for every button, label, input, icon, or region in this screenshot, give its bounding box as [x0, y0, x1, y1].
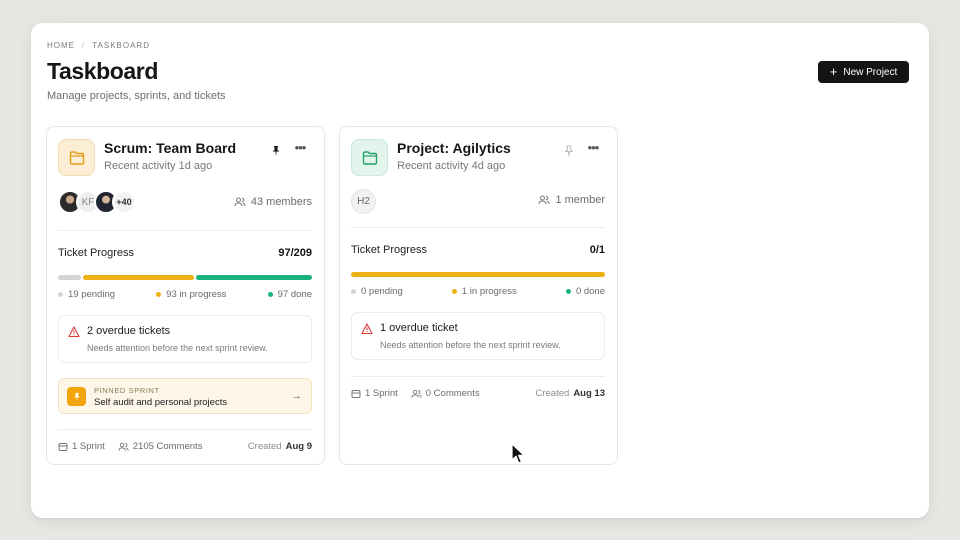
legend-done: 0 done — [575, 286, 605, 297]
pin-icon[interactable] — [269, 144, 283, 158]
progress-count: 97/209 — [278, 247, 312, 259]
card-title[interactable]: Project: Agilytics — [397, 140, 511, 156]
new-project-label: New Project — [843, 66, 898, 78]
progress-segment-in-progress — [82, 275, 194, 280]
warning-icon — [68, 326, 80, 338]
card-footer: 1 Sprint 0 Comments Created Aug 13 — [351, 388, 605, 399]
new-project-button[interactable]: + New Project — [818, 61, 909, 83]
folder-icon — [58, 139, 95, 176]
members-label: 43 members — [250, 196, 312, 208]
in-progress-dot — [156, 292, 162, 297]
more-options-icon[interactable]: ••• — [585, 141, 601, 157]
legend-pending: 0 pending — [361, 286, 403, 297]
created-label: Created — [247, 441, 282, 452]
divider — [58, 230, 312, 231]
members-label: 1 member — [555, 194, 605, 206]
app-window: HOME / TASKBOARD Taskboard Manage projec… — [31, 23, 929, 518]
divider — [351, 227, 605, 228]
card-activity: Recent activity 4d ago — [397, 160, 506, 172]
pending-dot — [351, 289, 356, 294]
pin-icon — [67, 387, 86, 406]
progress-bar — [58, 275, 313, 280]
progress-legend: 19 pending 93 in progress 97 done — [58, 289, 312, 300]
member-avatars[interactable]: KF +40 — [58, 190, 136, 214]
progress-segment-done — [195, 275, 313, 280]
overdue-description: Needs attention before the next sprint r… — [380, 340, 561, 350]
overdue-alert[interactable]: 1 overdue ticket Needs attention before … — [351, 312, 605, 360]
users-icon — [118, 442, 129, 451]
progress-legend: 0 pending 1 in progress 0 done — [351, 286, 605, 297]
progress-segment-pending — [58, 275, 81, 280]
overdue-description: Needs attention before the next sprint r… — [87, 343, 268, 353]
members-count[interactable]: 43 members — [234, 196, 312, 208]
more-options-icon[interactable]: ••• — [292, 141, 308, 157]
comment-count: 0 Comments — [425, 388, 480, 399]
comment-count: 2105 Comments — [132, 441, 203, 452]
overdue-alert[interactable]: 2 overdue tickets Needs attention before… — [58, 315, 312, 363]
card-footer: 1 Sprint 2105 Comments Created Aug 9 — [58, 441, 312, 452]
pending-dot — [58, 292, 63, 297]
plus-icon: + — [829, 64, 838, 79]
progress-count: 0/1 — [589, 244, 605, 256]
divider — [351, 376, 605, 377]
legend-in-progress: 93 in progress — [166, 289, 227, 300]
project-card-scrum[interactable]: Scrum: Team Board Recent activity 1d ago… — [46, 126, 325, 465]
progress-segment-in-progress — [351, 272, 605, 277]
done-dot — [267, 292, 273, 297]
created-date: Aug 13 — [573, 388, 605, 399]
users-icon — [234, 197, 246, 207]
sprint-icon — [351, 389, 361, 398]
page-subtitle: Manage projects, sprints, and tickets — [47, 90, 226, 102]
page-title: Taskboard — [47, 58, 159, 84]
members-count[interactable]: 1 member — [538, 194, 605, 206]
pinned-sprint-kicker: PINNED SPRINT — [94, 386, 160, 395]
project-card-agilytics[interactable]: Project: Agilytics Recent activity 4d ag… — [339, 126, 618, 465]
breadcrumb-home[interactable]: HOME — [47, 41, 75, 50]
pinned-sprint[interactable]: PINNED SPRINT Self audit and personal pr… — [58, 378, 312, 414]
created-date: Aug 9 — [285, 441, 312, 452]
folder-icon — [351, 139, 388, 176]
breadcrumb-separator: / — [82, 41, 86, 50]
pinned-sprint-name: Self audit and personal projects — [94, 397, 228, 408]
progress-label: Ticket Progress — [351, 244, 428, 256]
warning-icon — [361, 323, 373, 335]
users-icon — [411, 389, 422, 398]
breadcrumb-taskboard[interactable]: TASKBOARD — [92, 41, 150, 50]
pin-outline-icon[interactable] — [562, 144, 576, 158]
in-progress-dot — [451, 289, 457, 294]
sprint-icon — [58, 442, 68, 451]
created-label: Created — [535, 388, 570, 399]
sprint-count: 1 Sprint — [72, 441, 105, 452]
overdue-title: 1 overdue ticket — [380, 322, 458, 334]
avatar-overflow: +40 — [112, 190, 136, 214]
progress-bar — [351, 272, 605, 277]
arrow-right-icon[interactable]: → — [291, 390, 302, 402]
legend-done: 97 done — [277, 289, 312, 300]
overdue-title: 2 overdue tickets — [87, 325, 171, 337]
breadcrumb: HOME / TASKBOARD — [47, 41, 150, 50]
card-activity: Recent activity 1d ago — [104, 160, 213, 172]
legend-pending: 19 pending — [68, 289, 116, 300]
progress-label: Ticket Progress — [58, 247, 135, 259]
done-dot — [565, 289, 571, 294]
avatar[interactable]: H2 — [351, 189, 376, 214]
legend-in-progress: 1 in progress — [461, 286, 517, 297]
mouse-cursor-icon — [511, 443, 525, 464]
sprint-count: 1 Sprint — [365, 388, 398, 399]
divider — [58, 429, 312, 430]
card-title[interactable]: Scrum: Team Board — [104, 140, 236, 156]
users-icon — [538, 195, 550, 205]
